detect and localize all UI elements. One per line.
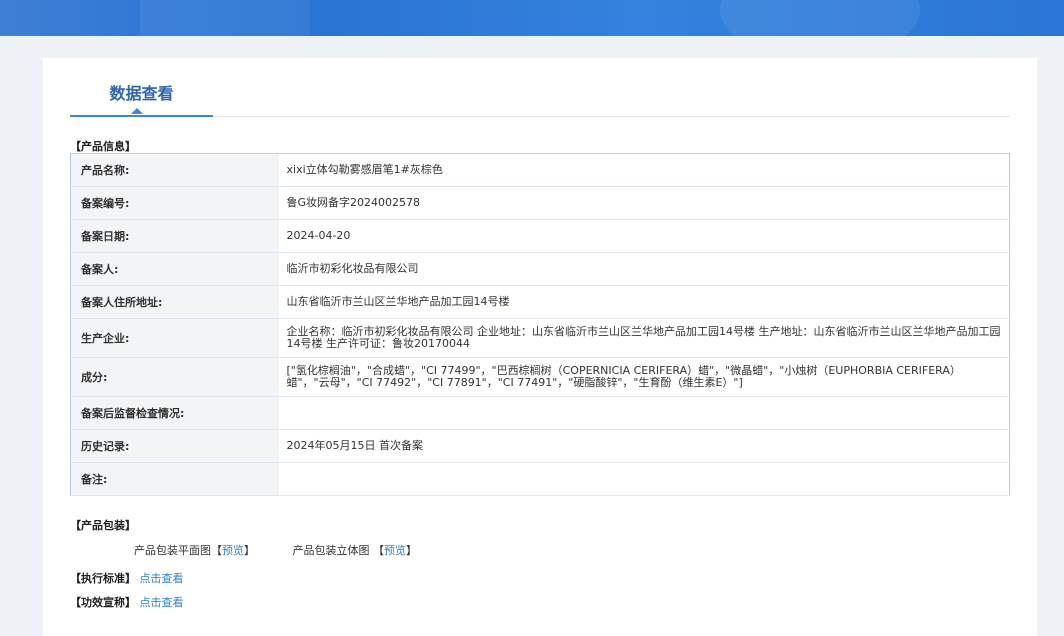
standard-view-link[interactable]: 点击查看 bbox=[140, 572, 184, 585]
table-row: 历史记录: 2024年05月15日 首次备案 bbox=[70, 429, 1010, 463]
solid-package-preview-link[interactable]: 预览 bbox=[384, 544, 406, 557]
table-row: 成分: ["氢化棕榈油"，"合成蜡"，"CI 77499"，"巴西棕榈树（COP… bbox=[70, 357, 1010, 397]
table-row: 生产企业: 企业名称：临沂市初彩化妆品有限公司 企业地址：山东省临沂市兰山区兰华… bbox=[70, 318, 1010, 358]
field-label: 备案编号: bbox=[70, 186, 279, 220]
field-value: 临沂市初彩化妆品有限公司 bbox=[278, 252, 1010, 286]
field-label: 历史记录: bbox=[70, 429, 279, 463]
solid-package-label: 产品包装立体图 bbox=[292, 544, 370, 557]
tab-active-caret-icon bbox=[131, 108, 143, 114]
table-row: 备案编号: 鲁G妆网备字2024002578 bbox=[70, 186, 1010, 220]
standard-line: 【执行标准】 点击查看 bbox=[70, 570, 184, 586]
flat-package-label: 产品包装平面图 bbox=[134, 544, 211, 557]
field-label: 备注: bbox=[70, 462, 279, 496]
packaging-previews: 产品包装平面图【预览】 产品包装立体图 【预览】 bbox=[134, 542, 417, 558]
table-row: 备案后监督检查情况: bbox=[70, 396, 1010, 430]
table-row: 产品名称: xixi立体勾勒雾感眉笔1#灰棕色 bbox=[70, 153, 1010, 187]
field-label: 生产企业: bbox=[70, 318, 279, 358]
header-banner bbox=[0, 0, 1064, 36]
field-label: 备案人: bbox=[70, 252, 279, 286]
field-value: xixi立体勾勒雾感眉笔1#灰棕色 bbox=[278, 153, 1010, 187]
field-label: 成分: bbox=[70, 357, 279, 397]
table-row: 备案日期: 2024-04-20 bbox=[70, 219, 1010, 253]
solid-package-item: 产品包装立体图 【预览】 bbox=[293, 542, 418, 558]
field-value bbox=[278, 396, 1010, 430]
table-row: 备案人住所地址: 山东省临沂市兰山区兰华地产品加工园14号楼 bbox=[70, 285, 1010, 319]
packaging-heading: 【产品包装】 bbox=[70, 519, 136, 532]
table-row: 备注: bbox=[70, 462, 1010, 496]
field-value: ["氢化棕榈油"，"合成蜡"，"CI 77499"，"巴西棕榈树（COPERNI… bbox=[278, 357, 1010, 397]
banner-decoration bbox=[140, 0, 310, 36]
table-row: 备案人: 临沂市初彩化妆品有限公司 bbox=[70, 252, 1010, 286]
content-card: 数据查看 【产品信息】 产品名称: xixi立体勾勒雾感眉笔1#灰棕色 备案编号… bbox=[43, 58, 1037, 636]
standard-heading: 【执行标准】 bbox=[70, 572, 136, 585]
field-value: 2024年05月15日 首次备案 bbox=[278, 429, 1010, 463]
bracket: 【 bbox=[211, 544, 222, 557]
flat-package-preview-link[interactable]: 预览 bbox=[222, 544, 244, 557]
field-label: 产品名称: bbox=[70, 153, 279, 187]
banner-decoration bbox=[720, 0, 920, 36]
field-label: 备案人住所地址: bbox=[70, 285, 279, 319]
tab-bar: 数据查看 bbox=[70, 76, 1010, 117]
field-label: 备案日期: bbox=[70, 219, 279, 253]
bracket: 】 bbox=[406, 544, 417, 557]
field-value: 山东省临沂市兰山区兰华地产品加工园14号楼 bbox=[278, 285, 1010, 319]
bracket: 【 bbox=[373, 544, 384, 557]
field-value: 2024-04-20 bbox=[278, 219, 1010, 253]
bracket: 】 bbox=[244, 544, 255, 557]
field-value: 企业名称：临沂市初彩化妆品有限公司 企业地址：山东省临沂市兰山区兰华地产品加工园… bbox=[278, 318, 1010, 358]
product-info-heading: 【产品信息】 bbox=[70, 140, 136, 153]
efficacy-heading: 【功效宣称】 bbox=[70, 596, 136, 609]
flat-package-item: 产品包装平面图【预览】 bbox=[134, 542, 255, 558]
field-value: 鲁G妆网备字2024002578 bbox=[278, 186, 1010, 220]
product-info-table: 产品名称: xixi立体勾勒雾感眉笔1#灰棕色 备案编号: 鲁G妆网备字2024… bbox=[70, 153, 1010, 496]
field-label: 备案后监督检查情况: bbox=[70, 396, 279, 430]
field-value bbox=[278, 462, 1010, 496]
efficacy-line: 【功效宣称】 点击查看 bbox=[70, 594, 184, 610]
efficacy-view-link[interactable]: 点击查看 bbox=[140, 596, 184, 609]
